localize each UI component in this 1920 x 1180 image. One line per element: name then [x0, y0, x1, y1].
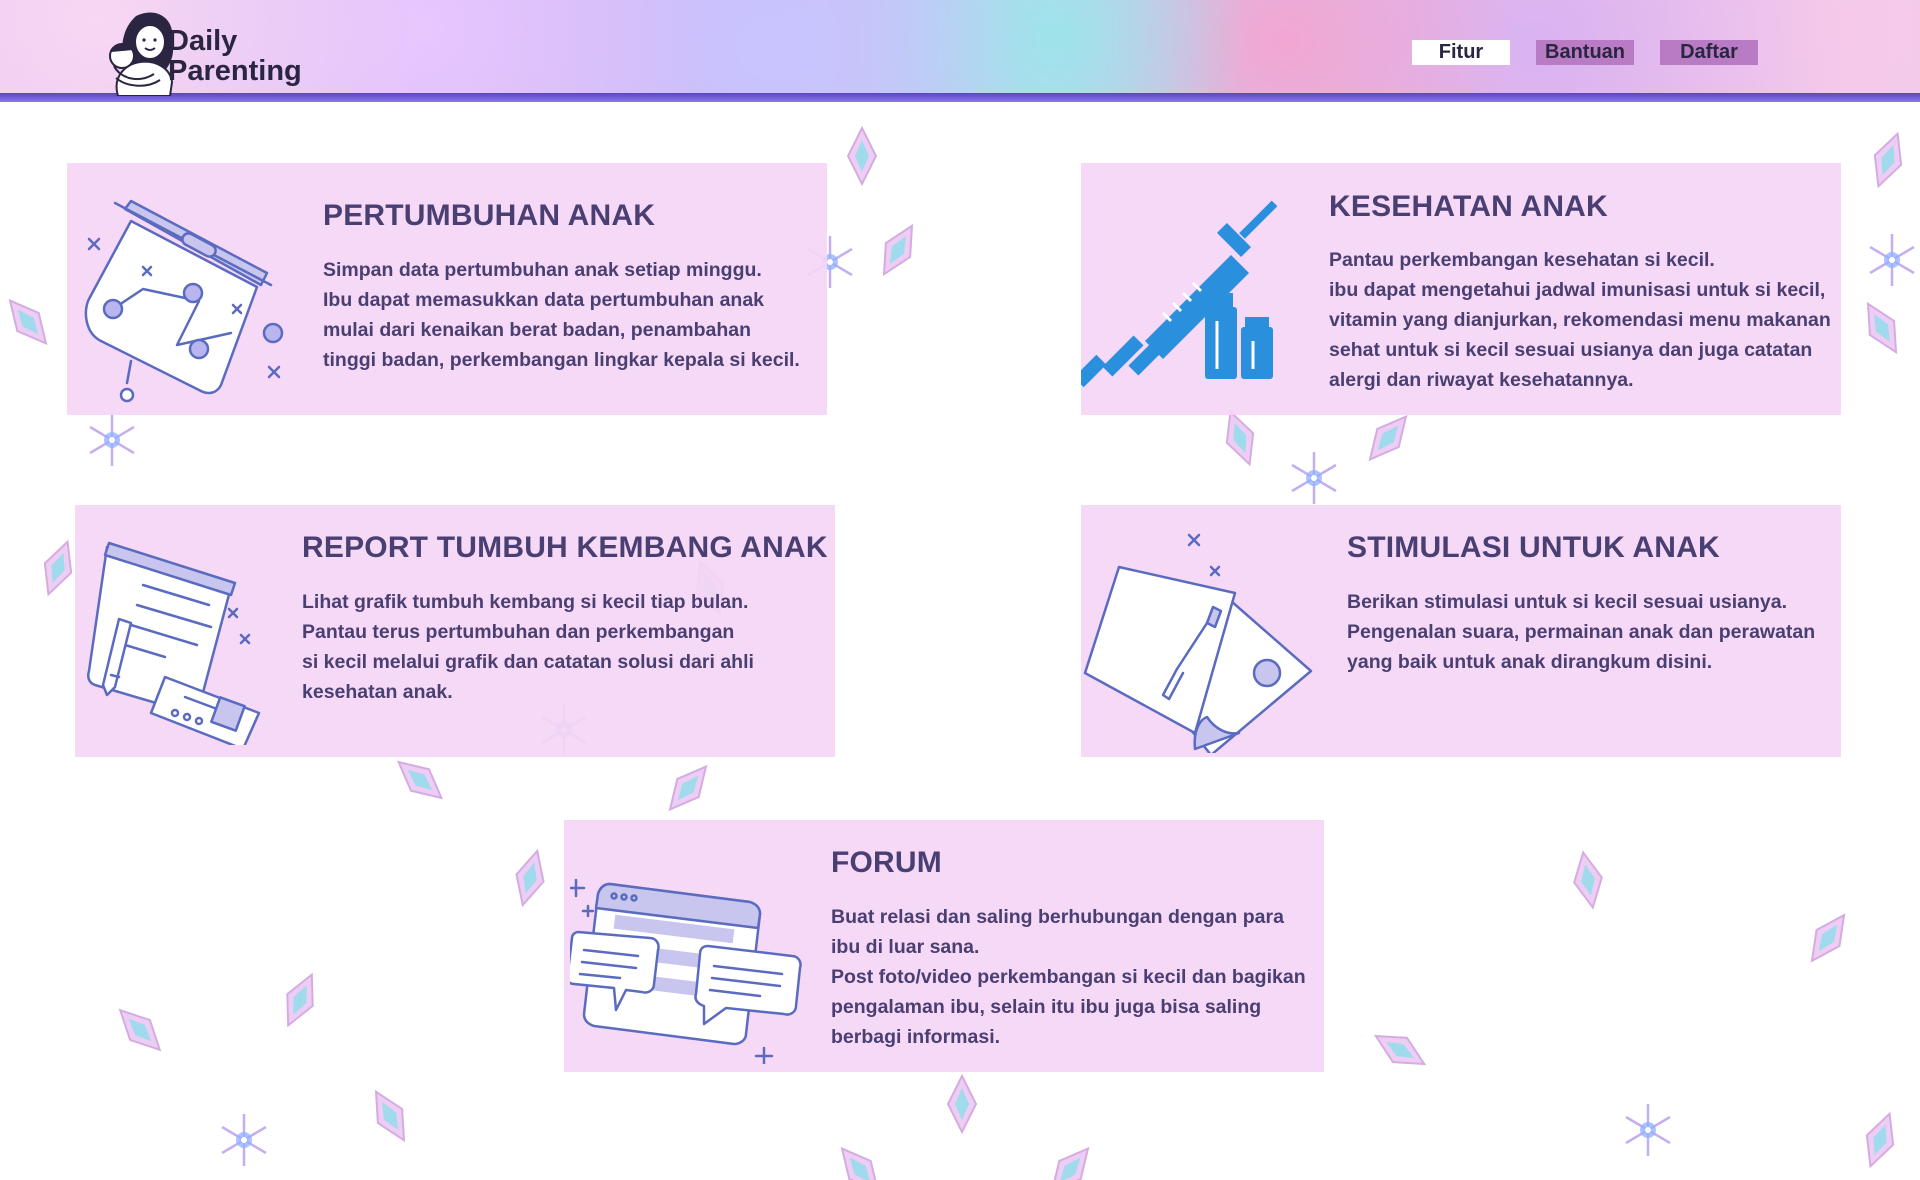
feature-description-line: berbagi informasi.	[831, 1026, 1001, 1048]
feature-description-line: Pengenalan suara, permainan anak dan per…	[1347, 621, 1816, 643]
feature-description-line: yang baik untuk anak dirangkum disini.	[1347, 651, 1713, 673]
feature-description-line: kesehatan anak.	[302, 681, 453, 703]
feature-description-line: alergi dan riwayat kesehatannya.	[1329, 369, 1634, 391]
syringe-icon	[1081, 200, 1278, 388]
feature-card-kesehatan[interactable]: KESEHATAN ANAK Pantau perkembangan keseh…	[1081, 163, 1841, 415]
feature-description-line: vitamin yang dianjurkan, rekomendasi men…	[1329, 309, 1831, 331]
nav-daftar-button[interactable]: Daftar	[1660, 40, 1758, 65]
nav-bantuan-button[interactable]: Bantuan	[1536, 40, 1634, 65]
chat-bubbles-icon	[570, 878, 802, 1064]
feature-description-line: Pantau terus pertumbuhan dan perkembanga…	[302, 621, 735, 643]
feature-title: REPORT TUMBUH KEMBANG ANAK	[302, 531, 828, 564]
feature-title: PERTUMBUHAN ANAK	[323, 199, 656, 232]
feature-description-line: si kecil melalui grafik dan catatan solu…	[302, 651, 754, 673]
feature-card-forum[interactable]: FORUM Buat relasi dan saling berhubungan…	[564, 820, 1324, 1072]
snowflake-icon	[88, 412, 136, 468]
feature-description-line: Post foto/video perkembangan si kecil da…	[831, 966, 1306, 988]
feature-description-line: ibu di luar sana.	[831, 936, 980, 958]
feature-description-line: Berikan stimulasi untuk si kecil sesuai …	[1347, 591, 1788, 613]
feature-description: Lihat grafik tumbuh kembang si kecil tia…	[302, 587, 754, 707]
logo-text-line1: Daily	[168, 25, 238, 57]
feature-description-line: pengalaman ibu, selain itu ibu juga bisa…	[831, 996, 1262, 1018]
feature-description-line: tinggi badan, perkembangan lingkar kepal…	[323, 349, 800, 371]
feature-description-line: ibu dapat mengetahui jadwal imunisasi un…	[1329, 279, 1826, 301]
logo-text-line2: Parenting	[168, 55, 302, 87]
feature-description-line: Simpan data pertumbuhan anak setiap ming…	[323, 259, 762, 281]
feature-description-line: Pantau perkembangan kesehatan si kecil.	[1329, 249, 1715, 271]
feature-title: FORUM	[831, 846, 942, 879]
feature-description-line: Ibu dapat memasukkan data pertumbuhan an…	[323, 289, 765, 311]
paint-brush-canvas-icon	[1083, 533, 1313, 753]
nav-fitur-button[interactable]: Fitur	[1412, 40, 1510, 65]
feature-description: Berikan stimulasi untuk si kecil sesuai …	[1347, 587, 1815, 677]
growth-chart-board-icon	[84, 199, 284, 403]
feature-title: KESEHATAN ANAK	[1329, 190, 1608, 223]
feature-card-pertumbuhan[interactable]: PERTUMBUHAN ANAK Simpan data pertumbuhan…	[67, 163, 827, 415]
feature-card-report[interactable]: REPORT TUMBUH KEMBANG ANAK Lihat grafik …	[75, 505, 835, 757]
feature-description-line: Buat relasi dan saling berhubungan denga…	[831, 906, 1284, 928]
feature-description-line: sehat untuk si kecil sesuai usianya dan …	[1329, 339, 1813, 361]
feature-description: Pantau perkembangan kesehatan si kecil. …	[1329, 245, 1831, 395]
feature-card-stimulasi[interactable]: STIMULASI UNTUK ANAK Berikan stimulasi u…	[1081, 505, 1841, 757]
feature-description-line: Lihat grafik tumbuh kembang si kecil tia…	[302, 591, 749, 613]
feature-title: STIMULASI UNTUK ANAK	[1347, 531, 1720, 564]
feature-description-line: mulai dari kenaikan berat badan, penamba…	[323, 319, 752, 341]
logo-wordmark: Daily Parenting	[168, 26, 302, 86]
report-document-icon	[87, 541, 261, 745]
feature-description: Simpan data pertumbuhan anak setiap ming…	[323, 255, 800, 375]
feature-description: Buat relasi dan saling berhubungan denga…	[831, 902, 1306, 1052]
